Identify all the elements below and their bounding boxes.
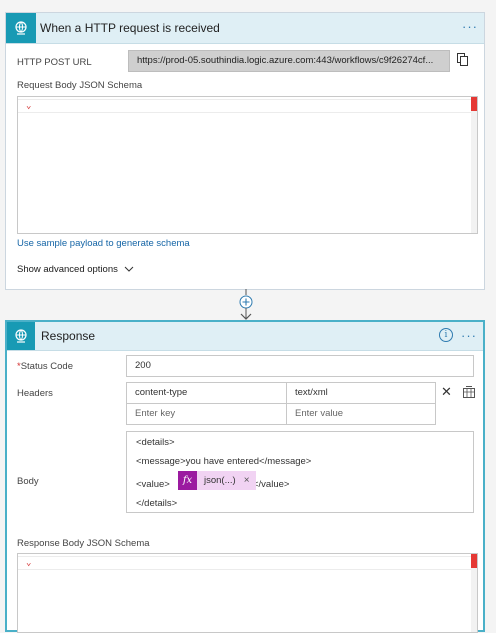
add-step-connector[interactable]	[238, 289, 254, 321]
sample-payload-link[interactable]: Use sample payload to generate schema	[17, 238, 190, 249]
show-advanced-options[interactable]: Show advanced options	[17, 264, 134, 275]
info-icon[interactable]: i	[439, 328, 453, 342]
globe-icon	[6, 13, 36, 43]
trigger-header[interactable]: When a HTTP request is received ···	[6, 13, 484, 44]
trigger-card: When a HTTP request is received ··· HTTP…	[5, 12, 485, 290]
header-value-placeholder[interactable]: Enter value	[286, 403, 436, 425]
remove-token-icon[interactable]: ×	[244, 475, 250, 486]
editor-scroll-marker	[471, 554, 477, 568]
body-label: Body	[17, 476, 39, 487]
editor-caret-icon: ⌄	[26, 558, 32, 568]
editor-scrollbar[interactable]	[471, 97, 477, 233]
request-schema-label: Request Body JSON Schema	[17, 80, 143, 91]
switch-to-text-mode-icon[interactable]	[463, 386, 475, 401]
show-advanced-options-label: Show advanced options	[17, 264, 118, 275]
status-code-label-text: Status Code	[20, 361, 73, 372]
header-key-input[interactable]: content-type	[126, 382, 287, 404]
request-schema-editor[interactable]: ⌄	[17, 96, 478, 234]
chevron-down-icon	[124, 266, 133, 272]
remove-header-icon[interactable]: ✕	[441, 384, 452, 400]
more-options-icon[interactable]: ···	[461, 328, 477, 343]
dynamic-content-token[interactable]: fx json(...) ×	[178, 471, 256, 490]
more-options-icon[interactable]: ···	[462, 19, 478, 34]
response-title: Response	[41, 329, 96, 343]
editor-current-line	[18, 556, 477, 570]
body-line: <details>	[136, 437, 175, 448]
editor-caret-icon: ⌄	[26, 101, 32, 111]
header-value-input[interactable]: text/xml	[286, 382, 436, 404]
http-post-url-field[interactable]: https://prod-05.southindia.logic.azure.c…	[128, 50, 450, 72]
globe-icon	[7, 322, 35, 350]
function-icon: fx	[178, 471, 197, 490]
status-code-label: *Status Code	[17, 361, 73, 372]
response-header[interactable]: Response i ···	[7, 322, 483, 351]
body-line: </value>	[253, 479, 290, 490]
token-label: json(...) ×	[197, 471, 256, 490]
trigger-title: When a HTTP request is received	[40, 21, 220, 35]
response-schema-editor[interactable]: ⌄	[17, 553, 478, 633]
body-line: <message>you have entered</message>	[136, 456, 312, 467]
editor-current-line	[18, 99, 477, 113]
copy-icon[interactable]	[457, 53, 469, 70]
editor-scroll-marker	[471, 97, 477, 111]
status-code-input[interactable]: 200	[126, 355, 474, 377]
header-key-placeholder[interactable]: Enter key	[126, 403, 287, 425]
headers-label: Headers	[17, 388, 53, 399]
response-schema-label: Response Body JSON Schema	[17, 538, 150, 549]
body-line: <value>	[136, 479, 170, 490]
body-line: </details>	[136, 498, 178, 509]
http-post-url-label: HTTP POST URL	[17, 57, 92, 68]
token-expression: json(...)	[204, 475, 236, 486]
